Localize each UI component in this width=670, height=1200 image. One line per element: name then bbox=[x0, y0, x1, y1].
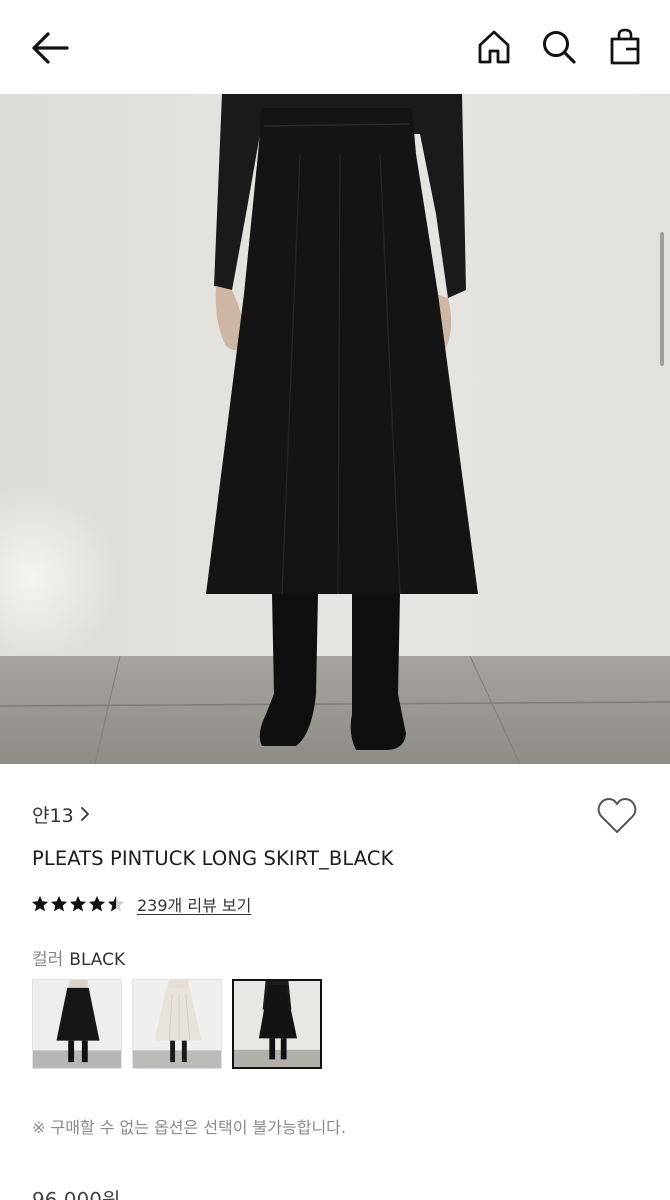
star-filled-icon bbox=[31, 895, 49, 912]
product-main-image[interactable] bbox=[0, 94, 670, 764]
star-filled-icon bbox=[69, 895, 87, 912]
reviews-link[interactable]: 239개 리뷰 보기 bbox=[137, 892, 251, 916]
chevron-right-icon bbox=[80, 807, 89, 821]
brand-name: 얀13 bbox=[32, 804, 74, 827]
product-title: PLEATS PINTUCK LONG SKIRT_BLACK bbox=[32, 847, 394, 870]
star-filled-icon bbox=[50, 895, 68, 912]
color-label: 컬러 bbox=[32, 950, 64, 970]
image-scroll-indicator bbox=[660, 232, 664, 366]
rating-row: 239개 리뷰 보기 bbox=[31, 892, 251, 916]
top-navigation-bar bbox=[0, 0, 670, 94]
product-photo bbox=[0, 94, 670, 764]
star-filled-icon bbox=[88, 895, 106, 912]
product-price: 96,000원 bbox=[32, 1188, 121, 1200]
star-half-icon bbox=[107, 895, 125, 912]
home-icon[interactable] bbox=[476, 29, 512, 65]
color-option-thumbnail bbox=[33, 980, 121, 1068]
arrow-left-icon[interactable] bbox=[28, 28, 72, 68]
color-option-thumbnail bbox=[133, 980, 221, 1068]
star-rating bbox=[31, 895, 125, 913]
color-option-black-selected[interactable] bbox=[232, 979, 322, 1069]
shopping-bag-icon[interactable] bbox=[607, 28, 643, 66]
color-label-row: 컬러 BLACK bbox=[32, 945, 125, 970]
color-option-black[interactable] bbox=[32, 979, 122, 1069]
brand-link[interactable]: 얀13 bbox=[32, 800, 90, 828]
search-icon[interactable] bbox=[541, 29, 577, 65]
color-option-thumbnail bbox=[234, 981, 320, 1067]
heart-icon[interactable] bbox=[596, 796, 638, 836]
color-value: BLACK bbox=[69, 950, 126, 970]
color-options bbox=[32, 979, 322, 1069]
color-option-ivory[interactable] bbox=[132, 979, 222, 1069]
option-notice: ※ 구매할 수 없는 옵션은 선택이 불가능합니다. bbox=[32, 1118, 346, 1137]
